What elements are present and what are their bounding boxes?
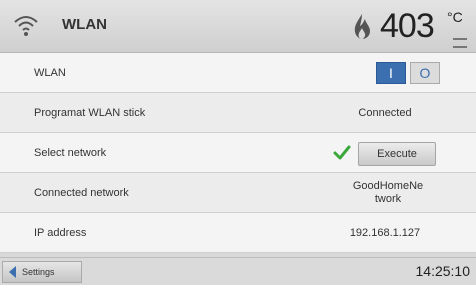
list-item-ip-address: IP address 192.168.1.127	[0, 213, 476, 253]
wlan-toggle[interactable]: I O	[376, 62, 440, 84]
wifi-icon	[14, 16, 38, 36]
footer-bar: Settings 14:25:10	[0, 257, 476, 285]
toggle-on-button[interactable]: I	[376, 62, 406, 84]
settings-list: WLAN I O Programat WLAN stick Connected …	[0, 53, 476, 253]
row-label: WLAN	[34, 67, 66, 79]
flame-icon	[354, 14, 370, 39]
header-bar: WLAN 403 °C	[0, 0, 476, 53]
clock: 14:25:10	[415, 263, 471, 279]
list-item-select-network: Select network Execute	[0, 133, 476, 173]
list-item-wlan-stick: Programat WLAN stick Connected	[0, 93, 476, 133]
toggle-off-button[interactable]: O	[410, 62, 440, 84]
list-item-connected-network: Connected network GoodHomeNetwork	[0, 173, 476, 213]
list-item-wlan: WLAN I O	[0, 53, 476, 93]
execute-button[interactable]: Execute	[358, 142, 436, 166]
row-label: Select network	[34, 147, 107, 159]
temperature-unit: °C	[447, 9, 463, 25]
temperature-indicator	[453, 38, 467, 48]
row-label: Programat WLAN stick	[34, 107, 146, 119]
back-arrow-icon	[9, 266, 16, 278]
row-label: Connected network	[34, 187, 129, 199]
page-title: WLAN	[62, 16, 107, 33]
row-value: GoodHomeNetwork	[352, 180, 424, 205]
check-icon	[333, 145, 351, 160]
settings-button-label: Settings	[22, 267, 55, 277]
row-label: IP address	[34, 227, 87, 239]
row-value: Connected	[358, 107, 412, 119]
settings-back-button[interactable]: Settings	[2, 261, 82, 283]
row-value: 192.168.1.127	[349, 227, 421, 239]
temperature-readout: 403	[380, 7, 435, 45]
